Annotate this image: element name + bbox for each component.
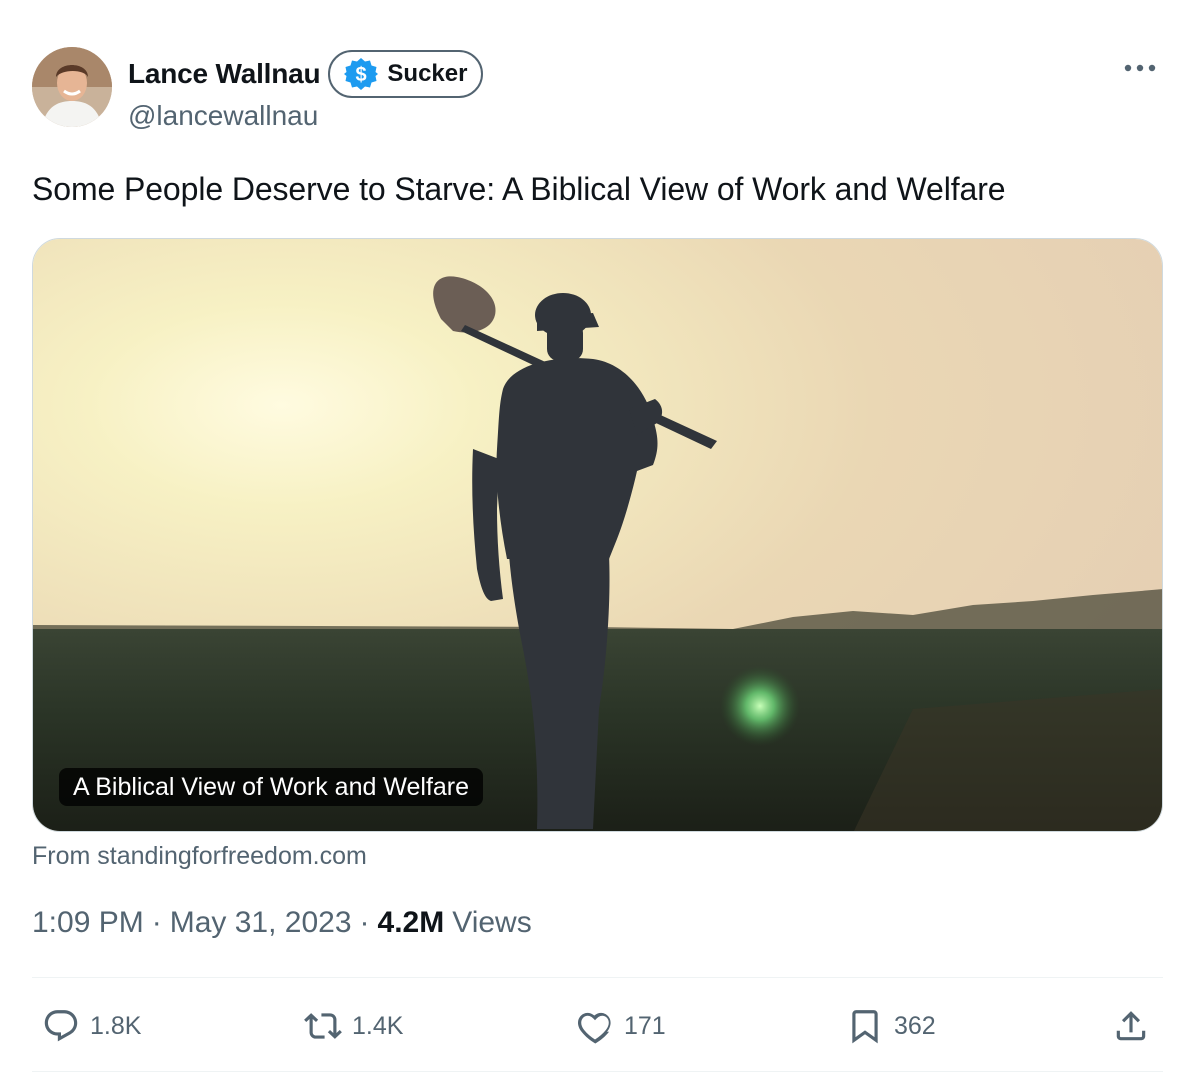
more-options-button[interactable] [1120,52,1160,84]
tweet-time[interactable]: 1:09 PM [32,906,144,940]
bookmark-icon [852,1010,878,1044]
avatar[interactable] [32,47,112,127]
card-caption: A Biblical View of Work and Welfare [59,768,484,806]
tweet-meta: 1:09 PM · May 31, 2023 · 4.2M Views [32,906,532,940]
repost-count: 1.4K [352,1011,404,1040]
card-source-link[interactable]: From standingforfreedom.com [32,842,367,871]
share-button[interactable] [1112,1000,1150,1052]
bookmark-button[interactable]: 362 [846,1000,936,1052]
like-count: 171 [624,1011,666,1040]
card-image [33,239,1162,831]
reply-icon [44,1010,78,1042]
link-card[interactable]: A Biblical View of Work and Welfare [32,238,1163,832]
author-handle[interactable]: @lancewallnau [128,100,318,132]
views-count: 4.2M [377,906,445,939]
reply-button[interactable]: 1.8K [42,1000,141,1052]
divider [32,977,1163,978]
repost-button[interactable]: 1.4K [304,1000,403,1052]
badge-label: Sucker [387,60,468,87]
avatar-photo [32,47,112,127]
verified-badge[interactable]: $ Sucker [328,50,484,98]
more-dots-icon [1124,64,1156,72]
dollar-badge-icon: $ [344,58,379,90]
share-icon [1116,1011,1146,1041]
meta-separator: · [359,906,370,939]
heart-icon [577,1012,611,1044]
svg-text:$: $ [356,64,367,86]
tweet: Lance Wallnau $ Sucker @lancewallnau Som… [0,0,1200,1074]
views-label: Views [452,906,532,939]
like-button[interactable]: 171 [576,1000,666,1052]
reply-count: 1.8K [90,1011,142,1040]
author-name-row: Lance Wallnau $ Sucker [128,50,484,98]
bookmark-count: 362 [894,1011,936,1040]
meta-separator: · [151,906,162,939]
action-bar: 1.8K 1.4K 171 362 [32,1000,1163,1052]
tweet-date[interactable]: May 31, 2023 [170,906,352,940]
tweet-text: Some People Deserve to Starve: A Biblica… [32,171,1006,207]
divider [32,1071,1163,1072]
author-display-name[interactable]: Lance Wallnau [128,58,321,90]
repost-icon [304,1013,342,1039]
